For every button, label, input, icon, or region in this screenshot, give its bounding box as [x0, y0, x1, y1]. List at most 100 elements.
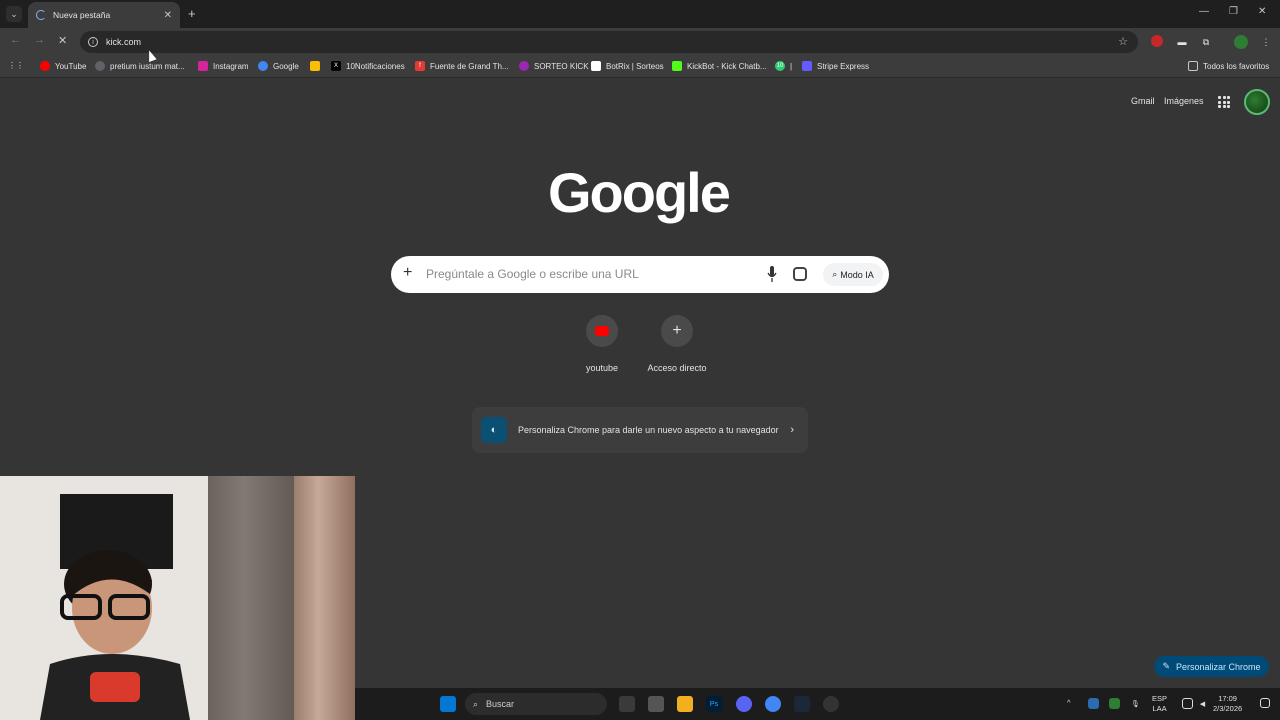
- photoshop-icon[interactable]: Ps: [706, 696, 722, 712]
- images-link[interactable]: Imágenes: [1164, 96, 1204, 106]
- tab-strip: ⌄ Nueva pestaña ✕ + — ❐ ✕: [0, 0, 1280, 28]
- profile-avatar-icon[interactable]: [1234, 35, 1248, 49]
- youtube-icon: [595, 326, 609, 336]
- ai-mode-button[interactable]: ⌕ Modo IA: [823, 263, 883, 286]
- bookmark-ten[interactable]: 10 |: [775, 61, 792, 71]
- bookmark-instagram[interactable]: Instagram: [198, 61, 249, 71]
- show-hidden-icons[interactable]: ^: [1067, 698, 1071, 708]
- all-bookmarks[interactable]: Todos los favoritos: [1188, 61, 1269, 71]
- bookmark-google[interactable]: Google: [258, 61, 299, 71]
- gmail-link[interactable]: Gmail: [1131, 96, 1155, 106]
- minimize-button[interactable]: —: [1199, 6, 1209, 17]
- taskbar-search[interactable]: ⌕ Buscar: [465, 693, 607, 715]
- bookmark-stripe[interactable]: Stripe Express: [802, 61, 869, 71]
- shortcut-label: Acceso directo: [647, 363, 707, 373]
- add-attachment-icon[interactable]: +: [403, 264, 412, 282]
- all-bookmarks-label: Todos los favoritos: [1203, 61, 1270, 71]
- clock-date: 2/3/2026: [1213, 704, 1243, 713]
- bookmark-botrix[interactable]: BotRix | Sorteos: [591, 61, 664, 71]
- lang-top: ESP: [1152, 694, 1168, 703]
- shortcut-youtube[interactable]: youtube: [562, 315, 642, 373]
- microphone-icon[interactable]: [767, 266, 777, 282]
- bookmark-pretium[interactable]: pretium iustum mat...: [95, 61, 185, 71]
- search-box[interactable]: + Pregúntale a Google o escribe una URL …: [391, 256, 889, 293]
- windows-start-icon[interactable]: [440, 696, 456, 712]
- notifications-icon[interactable]: [1260, 698, 1270, 708]
- customize-chrome-button[interactable]: ✎ Personalizar Chrome: [1154, 656, 1269, 677]
- folder-icon: [1188, 61, 1198, 71]
- tab-close-icon[interactable]: ✕: [164, 10, 172, 21]
- onedrive-icon[interactable]: [1088, 698, 1099, 709]
- bookmark-label: Stripe Express: [817, 61, 870, 71]
- bookmark-fuente-gta[interactable]: f Fuente de Grand Th...: [415, 61, 509, 71]
- loading-spinner-icon: [36, 10, 46, 20]
- network-icon[interactable]: [1182, 698, 1193, 709]
- bookmark-label: KickBot - Kick Chatb...: [687, 61, 767, 71]
- bookmark-label: Fuente de Grand Th...: [430, 61, 509, 71]
- bookmark-label: YouTube: [55, 61, 87, 71]
- account-avatar[interactable]: [1244, 89, 1270, 115]
- bookmark-label: pretium iustum mat...: [110, 61, 185, 71]
- clock[interactable]: 17:09 2/3/2026: [1213, 694, 1242, 714]
- back-icon[interactable]: ←: [10, 34, 21, 46]
- extensions-puzzle-icon[interactable]: ⧉: [1199, 35, 1213, 49]
- menu-kebab-icon[interactable]: ⋮: [1259, 35, 1273, 49]
- streamer-person: [40, 550, 190, 720]
- search-input[interactable]: Pregúntale a Google o escribe una URL: [426, 267, 639, 281]
- google-apps-icon[interactable]: [1218, 96, 1230, 108]
- star-icon: [519, 61, 529, 71]
- extension-card-icon[interactable]: ▬: [1175, 35, 1189, 49]
- file-explorer-icon[interactable]: [677, 696, 693, 712]
- bookmark-pinwheel[interactable]: [310, 61, 325, 71]
- app-icon-2[interactable]: [823, 696, 839, 712]
- ai-mode-label: Modo IA: [840, 269, 874, 280]
- steam-icon[interactable]: [794, 696, 810, 712]
- bookmark-label: BotRix | Sorteos: [606, 61, 664, 71]
- language-indicator[interactable]: ESP LAA: [1152, 694, 1167, 714]
- taskbar: ⌕ Buscar Ps ^ 🎙 ESP LAA ◀ 17:09 2/3/2026: [355, 688, 1280, 720]
- palette-icon: ◐: [481, 417, 507, 443]
- tab-new-tab[interactable]: Nueva pestaña ✕: [28, 2, 180, 28]
- app-icon[interactable]: [648, 696, 664, 712]
- bookmark-10notificaciones[interactable]: X 10Notificaciones: [331, 61, 405, 71]
- site-info-icon[interactable]: i: [88, 37, 98, 47]
- bookmark-sorteo-kick[interactable]: SORTEO KICK: [519, 61, 589, 71]
- globe-icon: [95, 61, 105, 71]
- shortcut-add[interactable]: + Acceso directo: [637, 315, 717, 373]
- customize-chrome-card[interactable]: ◐ Personaliza Chrome para darle un nuevo…: [472, 407, 808, 453]
- discord-icon[interactable]: [736, 696, 752, 712]
- close-window-button[interactable]: ✕: [1258, 6, 1266, 17]
- restore-button[interactable]: ❐: [1229, 6, 1238, 17]
- forward-icon[interactable]: →: [34, 34, 45, 46]
- chevron-down-icon: ⌄: [10, 8, 18, 19]
- ten-icon: 10: [775, 61, 785, 71]
- new-tab-button[interactable]: +: [188, 6, 196, 21]
- volume-icon[interactable]: ◀: [1197, 698, 1208, 709]
- google-lens-icon[interactable]: [793, 267, 807, 281]
- address-bar[interactable]: i kick.com ☆: [80, 31, 1138, 53]
- wardrobe: [208, 476, 298, 720]
- chevron-right-icon: ›: [790, 424, 794, 436]
- bookmarks-bar: ⋮⋮ YouTube pretium iustum mat... Instagr…: [0, 56, 1280, 78]
- bookmark-label: SORTEO KICK: [534, 61, 589, 71]
- stop-loading-icon[interactable]: ✕: [58, 34, 67, 47]
- chrome-icon[interactable]: [765, 696, 781, 712]
- toolbar: ← → ✕ i kick.com ☆ ▬ ⧉ ⋮: [0, 28, 1280, 56]
- defender-icon[interactable]: [1109, 698, 1120, 709]
- shortcut-label: youtube: [585, 363, 619, 373]
- task-view-icon[interactable]: [619, 696, 635, 712]
- shortcut-icon-wrap: [586, 315, 618, 347]
- tab-title: Nueva pestaña: [53, 10, 111, 20]
- lang-bottom: LAA: [1152, 704, 1167, 713]
- bookmark-kickbot[interactable]: KickBot - Kick Chatb...: [672, 61, 767, 71]
- apps-grid-icon[interactable]: ⋮⋮: [8, 61, 24, 70]
- taskbar-search-label: Buscar: [486, 699, 515, 709]
- tab-search-button[interactable]: ⌄: [6, 6, 22, 22]
- bookmark-youtube[interactable]: YouTube: [40, 61, 86, 71]
- extension-red-icon[interactable]: [1151, 35, 1163, 47]
- pinwheel-icon: [310, 61, 320, 71]
- bookmark-star-icon[interactable]: ☆: [1118, 35, 1128, 48]
- microphone-tray-icon[interactable]: 🎙: [1130, 698, 1141, 709]
- address-url[interactable]: kick.com: [106, 37, 141, 47]
- customize-chrome-label: Personalizar Chrome: [1176, 661, 1261, 672]
